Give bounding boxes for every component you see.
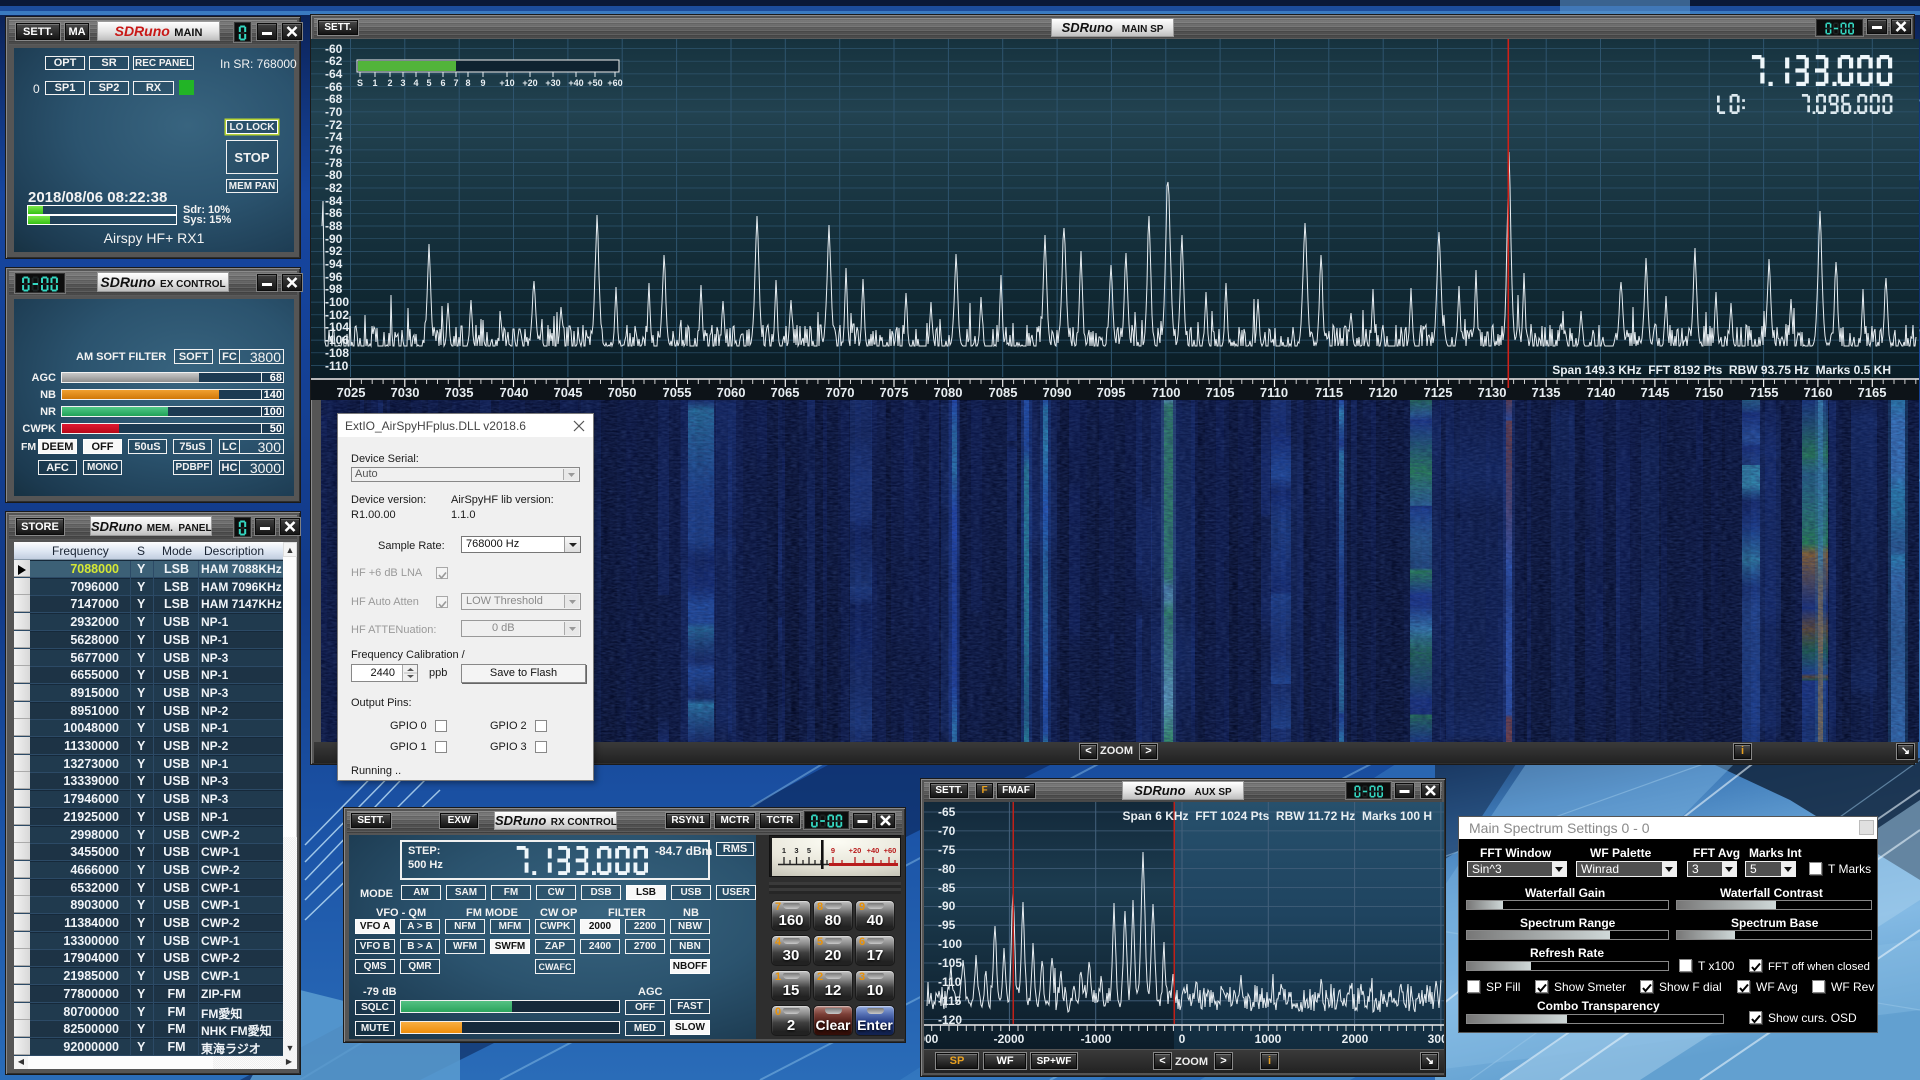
svg-text:+60: +60 <box>607 78 622 88</box>
svg-text:Span 149.3 KHz FFT 8192 Pts: Span 149.3 KHz FFT 8192 Pts RBW 93.75 Hz… <box>1552 363 1891 377</box>
svg-text:7: 7 <box>453 78 458 88</box>
svg-text:-80: -80 <box>325 168 343 182</box>
svg-text:7025: 7025 <box>337 385 366 400</box>
svg-text:7150: 7150 <box>1695 385 1724 400</box>
svg-text:7115: 7115 <box>1315 385 1343 400</box>
svg-text:-94: -94 <box>325 257 343 271</box>
svg-text:-95: -95 <box>938 918 956 932</box>
svg-text:7045: 7045 <box>554 385 583 400</box>
svg-text:7120: 7120 <box>1369 385 1398 400</box>
svg-text:-70: -70 <box>325 105 343 119</box>
svg-text:-100: -100 <box>325 295 349 309</box>
svg-text:7130: 7130 <box>1478 385 1507 400</box>
svg-text:-2000: -2000 <box>994 1032 1025 1046</box>
svg-text:-68: -68 <box>325 92 343 106</box>
svg-text:9: 9 <box>831 846 835 855</box>
svg-text:+40: +40 <box>867 846 880 855</box>
svg-text:8: 8 <box>465 78 470 88</box>
svg-text:-1000: -1000 <box>1081 1032 1112 1046</box>
svg-text:2000: 2000 <box>1342 1032 1369 1046</box>
svg-text:7155: 7155 <box>1750 385 1779 400</box>
svg-text:7080: 7080 <box>934 385 963 400</box>
svg-text:7145: 7145 <box>1641 385 1670 400</box>
svg-text:7070: 7070 <box>826 385 855 400</box>
svg-text:-70: -70 <box>938 824 956 838</box>
svg-text:-90: -90 <box>938 899 956 913</box>
svg-text:-100: -100 <box>938 937 962 951</box>
svg-text:-88: -88 <box>325 219 343 233</box>
svg-text:+20: +20 <box>849 846 862 855</box>
svg-text:7160: 7160 <box>1804 385 1833 400</box>
svg-text:0: 0 <box>1179 1032 1186 1046</box>
svg-text:7105: 7105 <box>1206 385 1235 400</box>
svg-text:-98: -98 <box>325 282 343 296</box>
svg-text:-85: -85 <box>938 881 956 895</box>
svg-text:1000: 1000 <box>1255 1032 1282 1046</box>
svg-text:+30: +30 <box>545 78 560 88</box>
svg-text:-115: -115 <box>938 994 962 1008</box>
svg-text:9: 9 <box>480 78 485 88</box>
svg-text:1: 1 <box>782 846 786 855</box>
svg-text:7085: 7085 <box>989 385 1018 400</box>
svg-text:-92: -92 <box>325 244 343 258</box>
svg-text:-104: -104 <box>325 320 349 334</box>
svg-text:-76: -76 <box>325 143 343 157</box>
svg-text:7135: 7135 <box>1532 385 1561 400</box>
svg-text:-106: -106 <box>325 333 349 347</box>
svg-text:-65: -65 <box>938 805 956 819</box>
svg-text:S: S <box>357 78 363 88</box>
svg-text:7040: 7040 <box>500 385 529 400</box>
svg-text:3: 3 <box>400 78 405 88</box>
svg-text:-105: -105 <box>938 956 962 970</box>
svg-text:7140: 7140 <box>1587 385 1616 400</box>
svg-text:-110: -110 <box>938 975 962 989</box>
svg-text:-86: -86 <box>325 206 343 220</box>
svg-text:-3000: -3000 <box>924 1032 939 1046</box>
svg-text:7100: 7100 <box>1152 385 1181 400</box>
svg-text:7110: 7110 <box>1260 385 1288 400</box>
svg-text:2: 2 <box>387 78 392 88</box>
svg-text:4: 4 <box>413 78 418 88</box>
svg-text:3: 3 <box>794 846 798 855</box>
svg-text:+20: +20 <box>522 78 537 88</box>
svg-text:+40: +40 <box>568 78 583 88</box>
svg-text:6: 6 <box>440 78 445 88</box>
svg-text:7030: 7030 <box>391 385 420 400</box>
svg-text:-74: -74 <box>325 130 343 144</box>
svg-text:7095: 7095 <box>1097 385 1126 400</box>
svg-text:-110: -110 <box>325 359 349 373</box>
svg-text:7075: 7075 <box>880 385 909 400</box>
svg-text:5: 5 <box>807 846 811 855</box>
svg-text:7055: 7055 <box>663 385 692 400</box>
svg-text:1: 1 <box>372 78 377 88</box>
svg-text:7035: 7035 <box>445 385 474 400</box>
svg-text:-75: -75 <box>938 843 956 857</box>
svg-text:7125: 7125 <box>1424 385 1453 400</box>
svg-text:Span 6 KHz FFT 1024 Pts RBW: Span 6 KHz FFT 1024 Pts RBW 11.72 Hz Mar… <box>1123 809 1432 823</box>
svg-text:-62: -62 <box>325 54 343 68</box>
svg-text:+10: +10 <box>499 78 514 88</box>
svg-text:7050: 7050 <box>608 385 637 400</box>
svg-text:-80: -80 <box>938 862 956 876</box>
svg-text:-108: -108 <box>325 346 349 360</box>
svg-text:5: 5 <box>426 78 431 88</box>
svg-text:7060: 7060 <box>717 385 746 400</box>
svg-text:-64: -64 <box>325 67 343 81</box>
svg-text:7165: 7165 <box>1858 385 1887 400</box>
svg-text:+50: +50 <box>587 78 602 88</box>
svg-text:7090: 7090 <box>1043 385 1072 400</box>
svg-text:3000: 3000 <box>1428 1032 1444 1046</box>
svg-text:7065: 7065 <box>771 385 800 400</box>
svg-text:+60: +60 <box>884 846 897 855</box>
svg-text:-82: -82 <box>325 181 343 195</box>
